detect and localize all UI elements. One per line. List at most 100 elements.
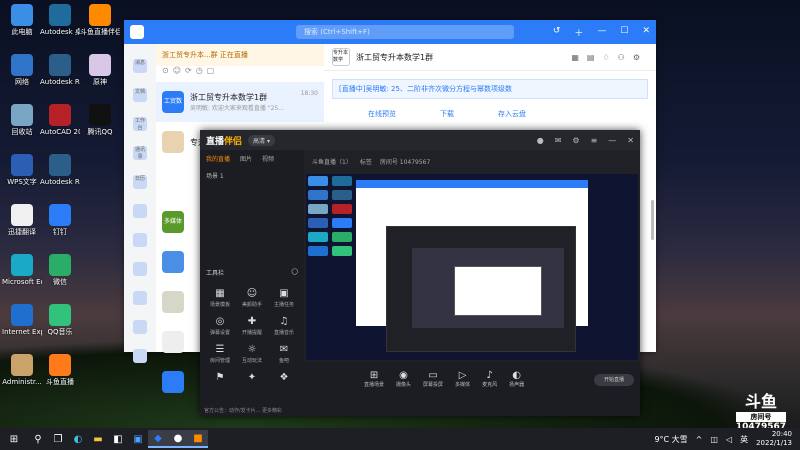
scrollbar[interactable] [651,200,654,240]
source-button[interactable]: ▭ 屏幕投屏 [423,370,443,388]
dingtalk-taskbar-icon[interactable]: ◆ [148,430,168,448]
avatar [162,131,184,153]
quality-dropdown[interactable]: 高清 ▾ [248,134,275,146]
file-explorer-icon[interactable]: ▬ [88,430,108,448]
desktop-icon[interactable]: Administr... [2,354,42,386]
tray-expand-icon[interactable]: ^ [696,435,703,444]
desktop-icon[interactable]: AutoCAD 2019 - 简... [40,104,80,136]
tool-icon: ☺ [246,288,258,299]
chat-header-icons[interactable]: ▦▤♢⚇⚙ [571,53,648,62]
tool-button[interactable]: ☰ 房间管理 [204,344,236,364]
watermark-label: 房间号 [735,412,786,422]
streamer-taskbar-icon[interactable]: ■ [188,430,208,448]
sidebar-item[interactable] [133,262,147,276]
desktop-icon-glyph [11,4,33,26]
volume-icon[interactable]: ◁ [726,435,732,444]
desktop-icon[interactable]: Internet Explorer [2,304,42,336]
sidebar-item[interactable]: 文档 [133,88,147,102]
desktop-icon[interactable]: 原神 [80,54,120,86]
streamer-window: 直播伴侣 高清 ▾ ● ✉ ⚙ ≡ — ✕ 我的直播 图片 视频 场景 1 工具栏 ◯… [200,130,640,416]
sidebar-item[interactable]: 日历 [133,175,147,189]
photos-icon[interactable]: ▣ [128,430,148,448]
message-icon[interactable]: ✉ [555,136,562,145]
sidebar-item[interactable] [133,349,147,363]
dingtalk-sidebar: 消息文档工作台通讯录日历 [124,44,157,363]
desktop-icon[interactable]: 回收站 [2,104,42,136]
tool-button[interactable]: ☼ 互动玩法 [236,344,268,364]
tool-button[interactable]: ☺ 美颜助手 [236,288,268,308]
source-button[interactable]: ♪ 麦克风 [482,370,497,388]
desktop-icon[interactable]: Autodesk 桌面应用程序 [40,4,80,36]
desktop-icon[interactable]: WPS文字 [2,154,42,186]
source-button[interactable]: ▷ 多媒体 [455,370,470,388]
sidebar-item-label: 通讯录 [134,147,145,160]
desktop-icon[interactable]: 钉钉 [40,204,80,236]
notice-action-button[interactable]: 在线预览 [368,109,396,119]
tool-button[interactable]: ▦ 场景模板 [204,288,236,308]
sidebar-item[interactable] [133,204,147,218]
source-button[interactable]: ◉ 摄像头 [396,370,411,388]
tool-button[interactable]: ✚ 开播提醒 [236,316,268,336]
source-button[interactable]: ⊞ 直播场景 [364,370,384,388]
tool-button[interactable]: ♫ 直播音乐 [268,316,300,336]
maximize-button[interactable]: ☐ [620,26,628,39]
search-input[interactable]: 搜索 (Ctrl+Shift+F) [296,25,514,39]
sidebar-item[interactable]: 通讯录 [133,146,147,160]
close-button[interactable]: ✕ [627,136,634,145]
sidebar-item[interactable]: 工作台 [133,117,147,131]
live-notice-bar[interactable]: 浙工贸专升本...群 正在直播 [156,44,324,66]
qq-taskbar-icon[interactable]: ● [168,430,188,448]
source-button[interactable]: ◐ 扬声器 [509,370,524,388]
toolbar-toggle-icon[interactable]: ◯ [291,268,298,277]
streamer-tab[interactable]: 视频 [262,154,274,163]
add-icon[interactable]: ＋ [574,26,583,39]
ime-indicator[interactable]: 英 [740,434,748,445]
minimize-button[interactable]: — [597,26,606,39]
desktop-icon[interactable]: QQ音乐 [40,304,80,336]
start-live-button[interactable]: 开始直播 [594,374,634,386]
streamer-tab[interactable]: 图片 [240,154,252,163]
preview-tab-label[interactable]: 标签 [360,157,372,166]
edge-icon[interactable]: ◐ [68,430,88,448]
tool-button[interactable]: ✉ 鱼吧 [268,344,300,364]
history-icon[interactable]: ↺ [553,26,561,39]
tool-button[interactable]: ✦ [236,372,268,385]
desktop-icon[interactable]: 网络 [2,54,42,86]
preview-tab[interactable]: 斗鱼直播（1） [312,157,352,166]
desktop-icon[interactable]: 斗鱼直播伴侣 [80,4,120,36]
weather[interactable]: 9°C 大雪 [654,434,687,445]
desktop-icon[interactable]: 迅捷翻译 [2,204,42,236]
settings-icon[interactable]: ⚙ [572,136,579,145]
start-button[interactable]: ⊞ [0,434,28,445]
minimize-button[interactable]: — [608,136,616,145]
tool-button[interactable]: ▣ 主播任务 [268,288,300,308]
notice-action-button[interactable]: 下载 [440,109,454,119]
sidebar-item[interactable] [133,291,147,305]
desktop-icon[interactable]: 微信 [40,254,80,286]
close-button[interactable]: ✕ [642,26,650,39]
streamer-tab[interactable]: 我的直播 [206,154,230,163]
desktop-icon[interactable]: Microsoft Edge [2,254,42,286]
store-icon[interactable]: ◧ [108,430,128,448]
scene-item[interactable]: 场景 1 [200,167,304,184]
network-icon[interactable]: ◫ [710,435,718,444]
sidebar-item[interactable] [133,233,147,247]
sidebar-item[interactable]: 消息 [133,59,147,73]
list-item[interactable]: 工贸数 浙工贸专升本数学1群 吴明敏: 欢迎大家来观看直播 "25... 18:30 [156,82,324,122]
clock[interactable]: 20:40 2022/1/13 [756,430,792,448]
notice-action-button[interactable]: 存入云盘 [498,109,526,119]
desktop-icon[interactable]: 腾讯QQ [80,104,120,136]
live-announcement[interactable]: [直播中]吴明敏: 25、二阶非齐次微分方程与幂数项级数 [332,79,648,99]
desktop-icon[interactable]: 此电脑 [2,4,42,36]
search-icon[interactable]: ⚲ [28,430,48,448]
menu-icon[interactable]: ≡ [591,136,598,145]
desktop-icon[interactable]: 斗鱼直播 [40,354,80,386]
sidebar-item[interactable] [133,320,147,334]
tool-button[interactable]: ◎ 弹幕设置 [204,316,236,336]
desktop-icon[interactable]: Autodesk ReCap [40,54,80,86]
tool-button[interactable]: ❖ [268,372,300,385]
tool-button[interactable]: ⚑ [204,372,236,385]
desktop-icon[interactable]: Autodesk ReCap ... [40,154,80,186]
task-view-icon[interactable]: ❐ [48,430,68,448]
avatar[interactable]: ● [537,136,544,145]
